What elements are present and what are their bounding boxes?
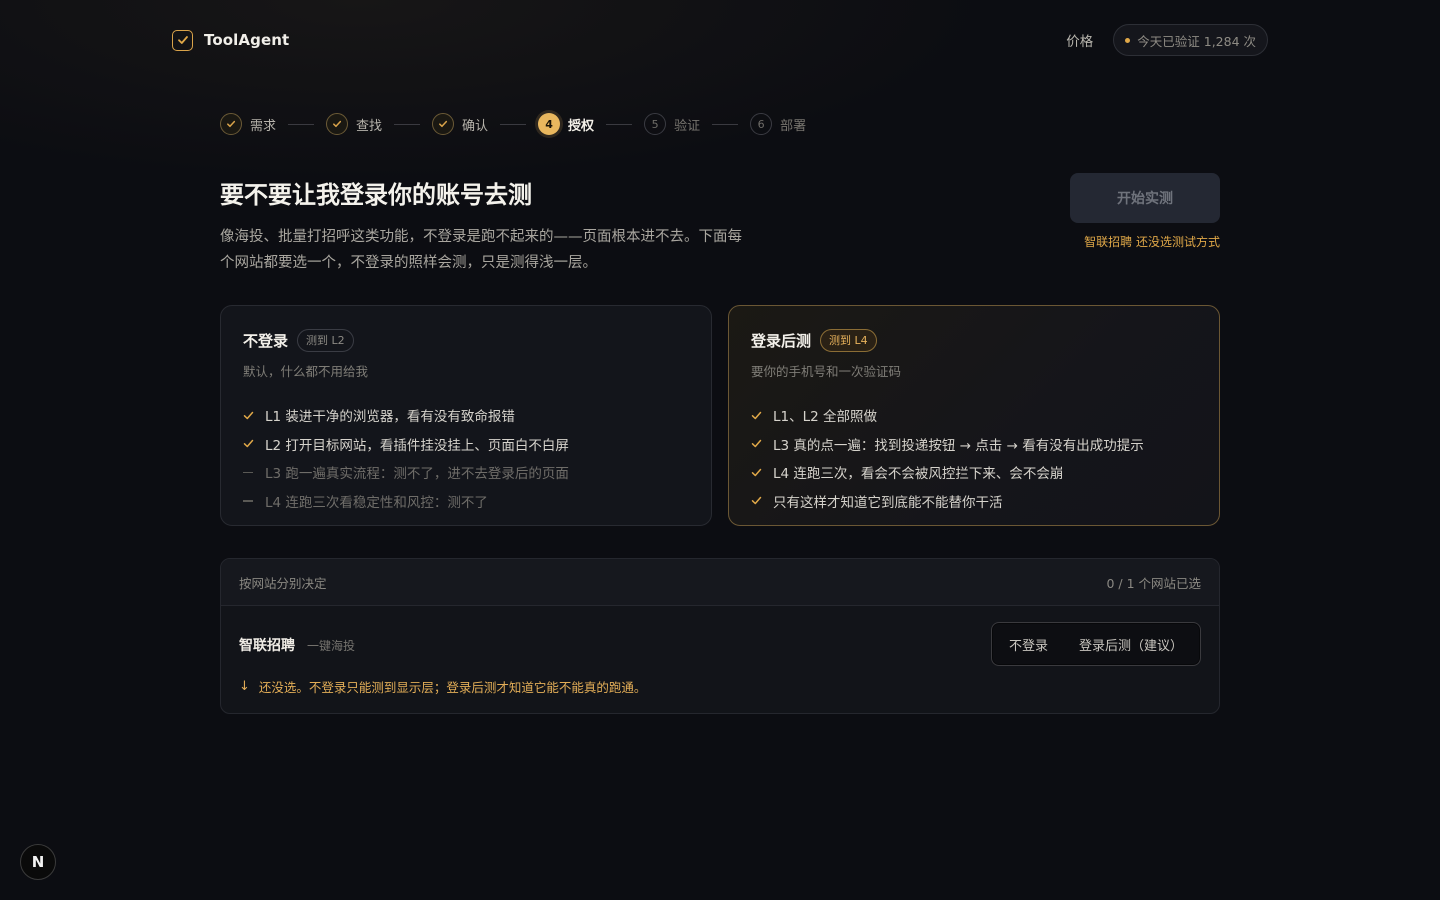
- step-verify[interactable]: 5 验证: [644, 113, 700, 135]
- check-icon: [751, 438, 773, 449]
- site-tag: 一键海投: [307, 639, 356, 653]
- step-connector: [288, 123, 315, 125]
- feature-text: L1 装进干净的浏览器，看有没有致命报错: [265, 409, 515, 426]
- step-label: 验证: [674, 118, 701, 134]
- feature-text: L1、L2 全部照做: [773, 409, 878, 426]
- nav-price-link[interactable]: 价格: [1066, 30, 1093, 50]
- per-site-panel: 按网站分别决定 0 / 1 个网站已选 智联招聘 一键海投 不登录 登录后测（建…: [220, 558, 1220, 714]
- dash-icon: [243, 471, 265, 473]
- feature-item: 只有这样才知道它到底能不能替你干活: [751, 487, 1197, 516]
- check-icon: [432, 113, 455, 135]
- feature-item: L1、L2 全部照做: [751, 401, 1197, 430]
- option-card-login[interactable]: 登录后测 测到 L4 要你的手机号和一次验证码 L1、L2 全部照做 L3 真的…: [728, 305, 1220, 526]
- step-deploy[interactable]: 6 部署: [750, 113, 806, 135]
- step-label: 部署: [780, 118, 807, 134]
- feature-item: L3 真的点一遍：找到投递按钮 → 点击 → 看有没有出成功提示: [751, 430, 1197, 459]
- feature-list: L1 装进干净的浏览器，看有没有致命报错 L2 打开目标网站，看插件挂没挂上、页…: [243, 401, 689, 515]
- check-icon: [326, 113, 349, 135]
- feature-item: L2 打开目标网站，看插件挂没挂上、页面白不白屏: [243, 430, 689, 459]
- step-connector: [712, 123, 739, 125]
- option-no-login-button[interactable]: 不登录: [1009, 635, 1048, 654]
- progress-stepper: 需求 查找 确认 4 授权 5 验证 6 部署: [220, 112, 806, 136]
- feature-text: L3 跑一遍真实流程：测不了，进不去登录后的页面: [265, 466, 569, 483]
- start-hint: 智联招聘 还没选测试方式: [1084, 235, 1220, 249]
- dev-tools-badge[interactable]: N: [20, 844, 56, 880]
- top-header: ToolAgent 价格 今天已验证 1,284 次: [172, 24, 1268, 56]
- check-icon: [243, 438, 265, 449]
- verify-count-text: 今天已验证 1,284 次: [1137, 33, 1256, 49]
- level-badge: 测到 L2: [297, 328, 354, 352]
- step-number: 4: [538, 113, 561, 135]
- check-icon: [751, 467, 773, 478]
- check-icon: [243, 410, 265, 421]
- panel-header: 按网站分别决定 0 / 1 个网站已选: [221, 559, 1219, 606]
- header-right: 价格 今天已验证 1,284 次: [1066, 24, 1268, 56]
- status-dot-icon: [1125, 37, 1131, 43]
- brand-check-icon: [172, 29, 193, 51]
- card-title: 登录后测: [751, 331, 812, 350]
- check-icon: [751, 495, 773, 506]
- feature-text: L4 连跑三次看稳定性和风控：测不了: [265, 494, 488, 511]
- card-desc: 要你的手机号和一次验证码: [751, 364, 902, 379]
- check-icon: [751, 410, 773, 421]
- panel-header-label: 按网站分别决定: [239, 575, 327, 591]
- step-requirement[interactable]: 需求: [220, 113, 276, 135]
- page-title: 要不要让我登录你的账号去测: [220, 181, 532, 209]
- step-authorize[interactable]: 4 授权: [538, 113, 594, 135]
- step-connector: [394, 123, 421, 125]
- feature-text: 只有这样才知道它到底能不能替你干活: [773, 494, 1003, 511]
- feature-item: L4 连跑三次，看会不会被风控拦下来、会不会崩: [751, 458, 1197, 487]
- step-search[interactable]: 查找: [326, 113, 382, 135]
- feature-item: L4 连跑三次看稳定性和风控：测不了: [243, 487, 689, 516]
- site-row: 智联招聘 一键海投 不登录 登录后测（建议）: [239, 622, 1201, 666]
- feature-text: L4 连跑三次，看会不会被风控拦下来、会不会崩: [773, 466, 1064, 483]
- brand[interactable]: ToolAgent: [172, 29, 290, 51]
- step-connector: [500, 123, 527, 125]
- feature-item: L1 装进干净的浏览器，看有没有致命报错: [243, 401, 689, 430]
- site-name: 智联招聘: [239, 638, 295, 654]
- dash-icon: [243, 500, 265, 502]
- card-title: 不登录: [243, 331, 289, 350]
- step-label: 查找: [356, 118, 383, 134]
- step-connector: [606, 123, 633, 125]
- warning-text: 还没选。不登录只能测到显示层；登录后测才知道它能不能真的跑通。: [258, 680, 647, 695]
- step-label: 需求: [250, 118, 277, 134]
- step-label: 授权: [568, 118, 595, 134]
- verify-count-pill: 今天已验证 1,284 次: [1113, 24, 1268, 56]
- start-test-button[interactable]: 开始实测: [1070, 173, 1220, 223]
- feature-list: L1、L2 全部照做 L3 真的点一遍：找到投递按钮 → 点击 → 看有没有出成…: [751, 401, 1197, 515]
- check-icon: [220, 113, 242, 135]
- brand-name: ToolAgent: [204, 31, 290, 49]
- step-confirm[interactable]: 确认: [432, 113, 488, 135]
- selected-count: 0 / 1 个网站已选: [1106, 575, 1201, 591]
- card-desc: 默认，什么都不用给我: [243, 364, 369, 379]
- step-number: 6: [750, 113, 773, 135]
- arrow-down-icon: ↓: [239, 679, 250, 694]
- option-login-button[interactable]: 登录后测（建议）: [1079, 635, 1183, 654]
- level-badge: 测到 L4: [820, 328, 877, 352]
- step-label: 确认: [462, 118, 489, 134]
- selection-warning: ↓ 还没选。不登录只能测到显示层；登录后测才知道它能不能真的跑通。: [239, 677, 646, 696]
- option-card-no-login[interactable]: 不登录 测到 L2 默认，什么都不用给我 L1 装进干净的浏览器，看有没有致命报…: [220, 305, 712, 526]
- step-number: 5: [644, 113, 667, 135]
- feature-item: L3 跑一遍真实流程：测不了，进不去登录后的页面: [243, 458, 689, 487]
- page-subtitle: 像海投、批量打招呼这类功能，不登录是跑不起来的——页面根本进不去。下面每个网站都…: [220, 229, 742, 271]
- card-header: 不登录 测到 L2: [243, 328, 689, 352]
- card-header: 登录后测 测到 L4: [751, 328, 1197, 352]
- login-mode-toggle: 不登录 登录后测（建议）: [991, 622, 1201, 666]
- feature-text: L2 打开目标网站，看插件挂没挂上、页面白不白屏: [265, 437, 569, 454]
- feature-text: L3 真的点一遍：找到投递按钮 → 点击 → 看有没有出成功提示: [773, 437, 1144, 454]
